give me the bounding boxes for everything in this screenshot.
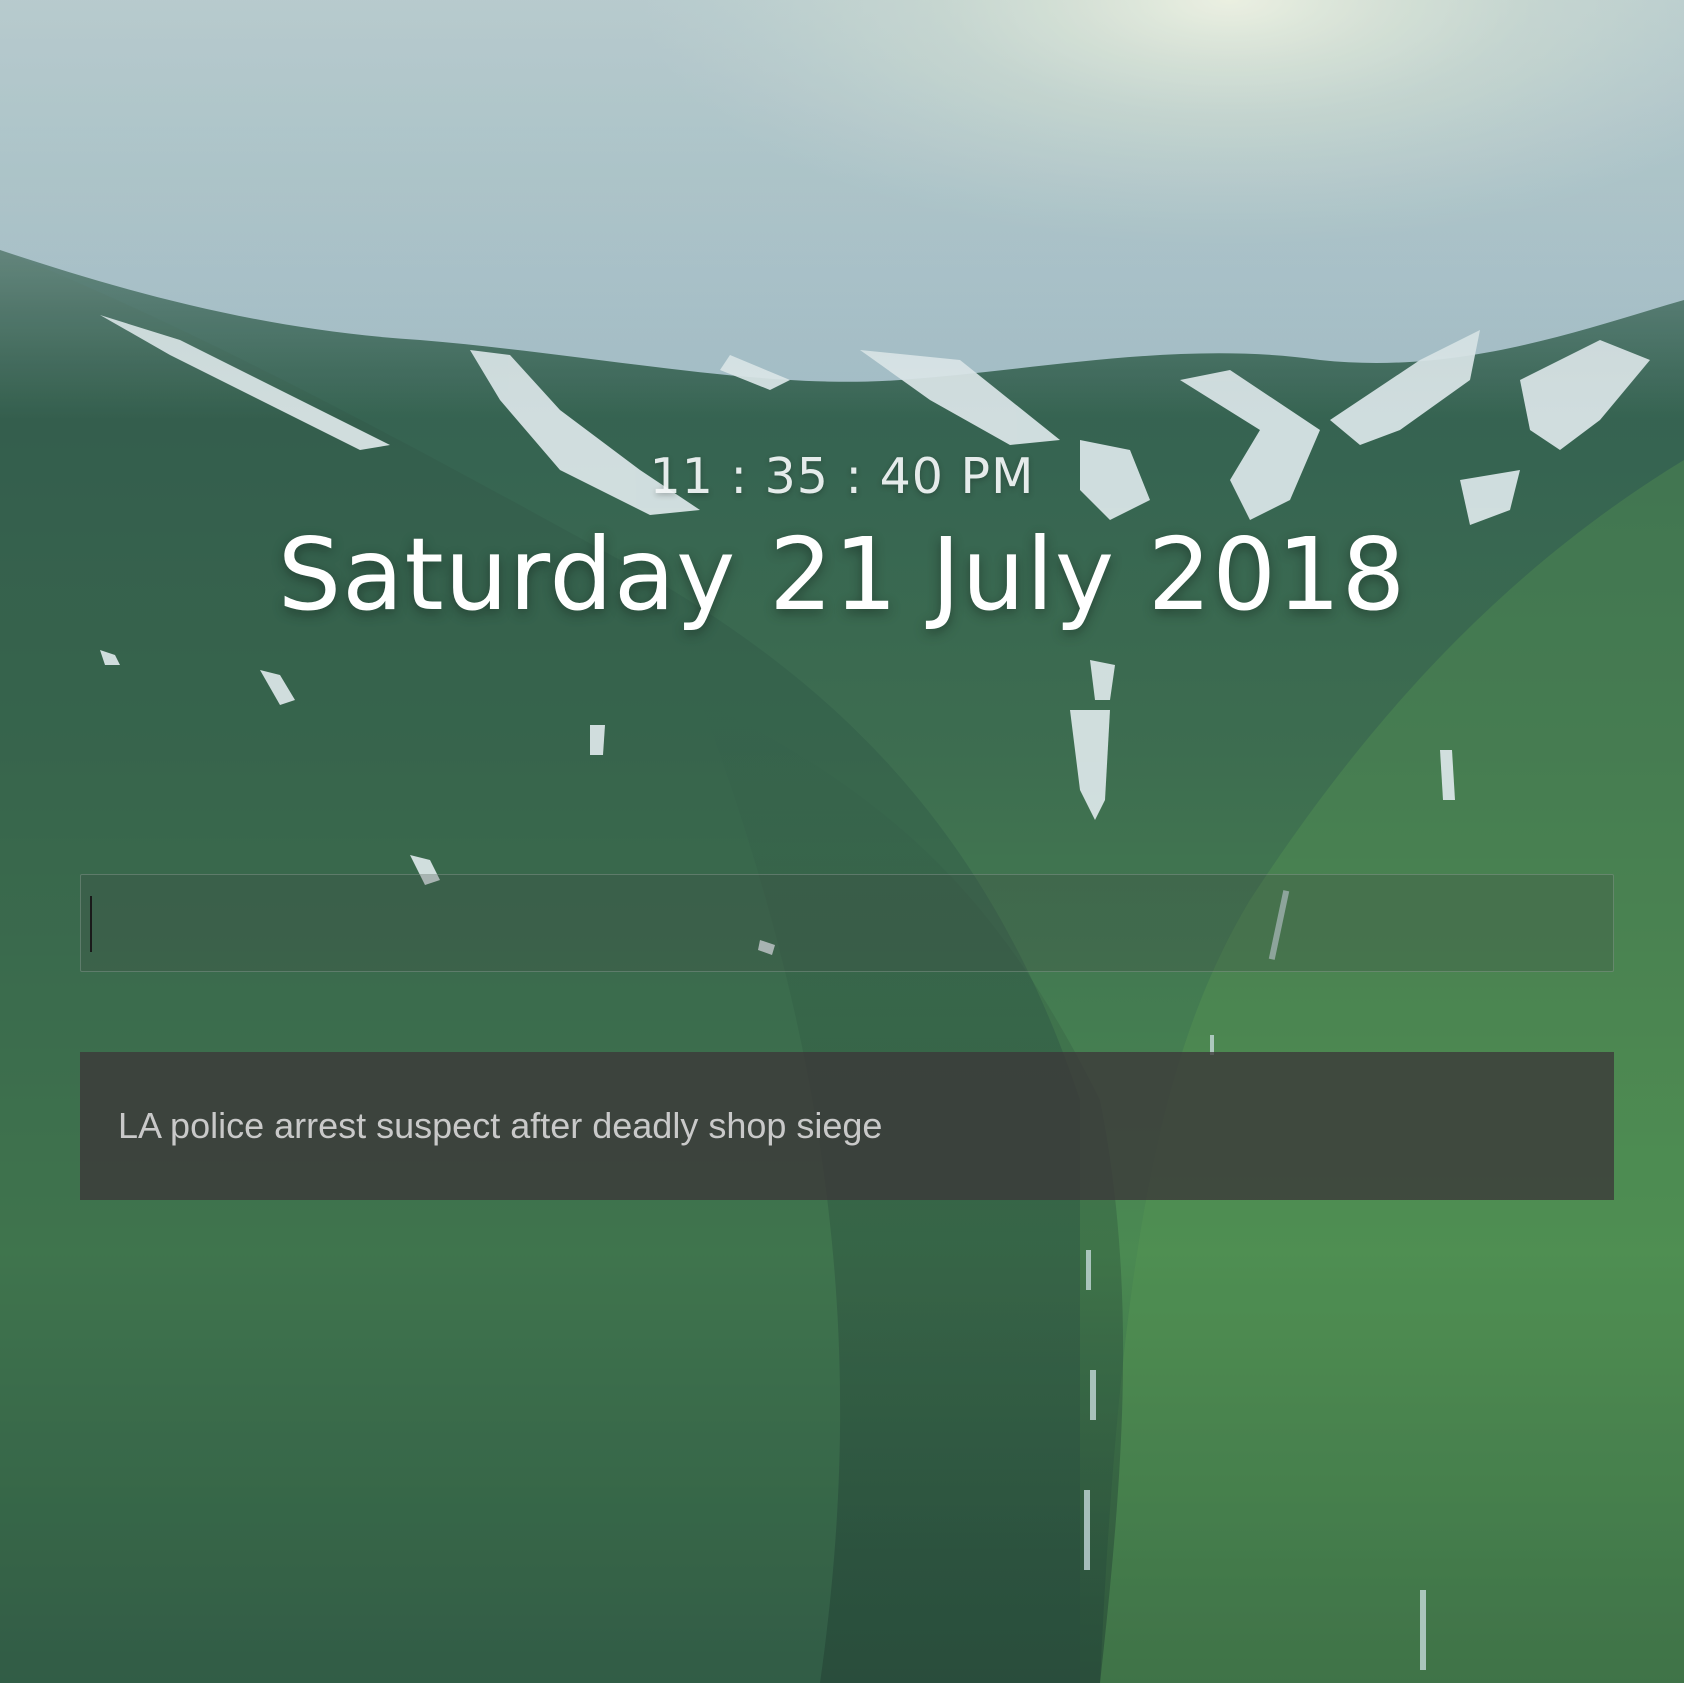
date-display: Saturday 21 July 2018 [277, 516, 1407, 633]
mountain-background [0, 0, 1684, 1683]
text-caret [90, 896, 92, 952]
search-input[interactable] [80, 874, 1614, 972]
news-headline[interactable]: LA police arrest suspect after deadly sh… [118, 1105, 882, 1147]
news-panel[interactable]: LA police arrest suspect after deadly sh… [80, 1052, 1614, 1200]
clock-time: 11 : 35 : 40 PM [649, 448, 1035, 505]
